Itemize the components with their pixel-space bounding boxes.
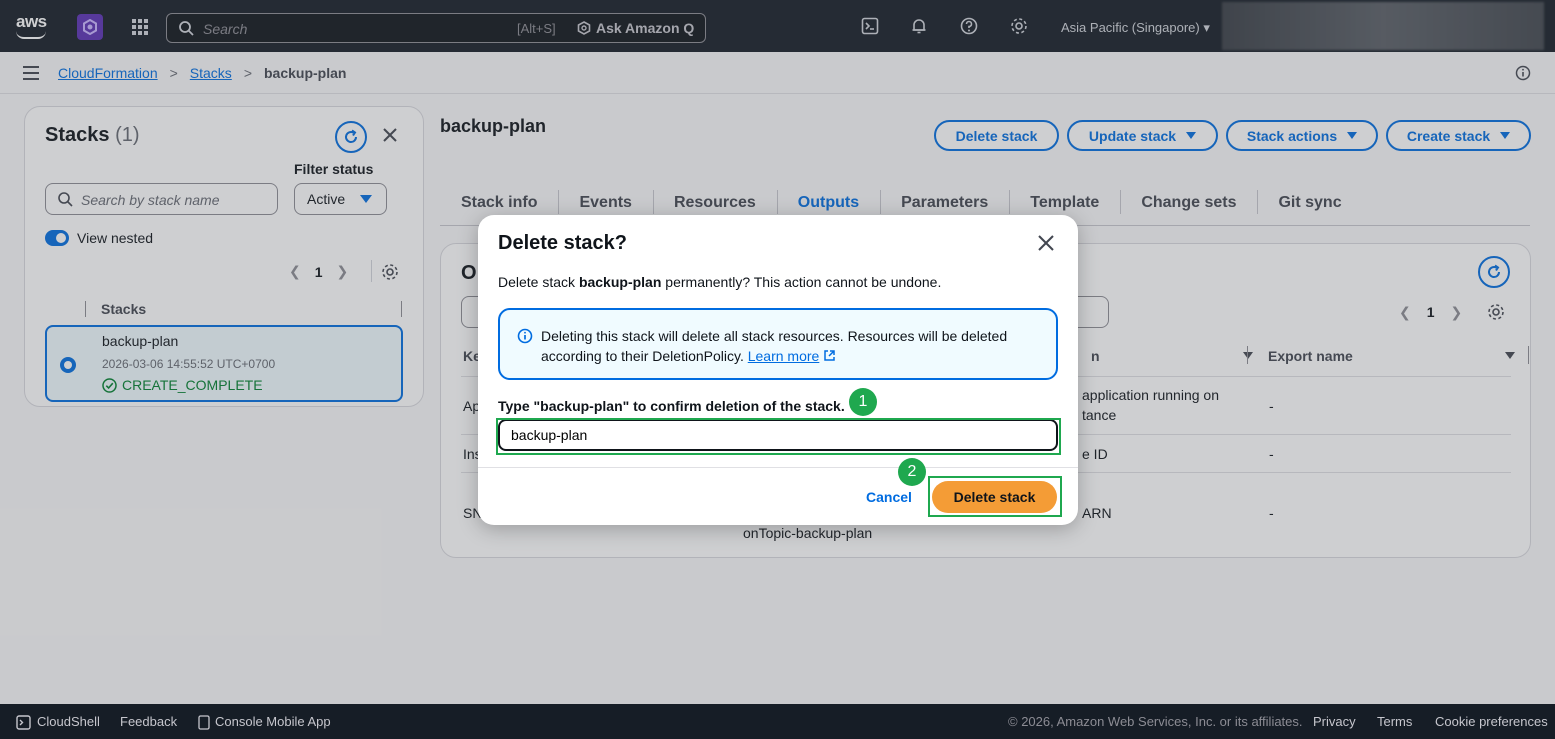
step-badge-2: 2 [898, 458, 926, 486]
close-icon[interactable] [1036, 233, 1056, 253]
step-badge-1: 1 [849, 388, 877, 416]
footer-terms[interactable]: Terms [1377, 714, 1412, 729]
confirm-label: Type "backup-plan" to confirm deletion o… [498, 398, 845, 414]
footer: CloudShell Feedback Console Mobile App ©… [0, 704, 1555, 739]
info-icon [517, 328, 533, 344]
alert-text-block: Deleting this stack will delete all stac… [541, 326, 1041, 366]
footer-mobile-app[interactable]: Console Mobile App [215, 714, 331, 729]
modal-desc-suffix: permanently? This action cannot be undon… [661, 274, 942, 290]
learn-more-label: Learn more [747, 348, 820, 364]
cancel-button[interactable]: Cancel [866, 489, 912, 505]
modal-title: Delete stack? [498, 232, 627, 254]
footer-copyright: © 2026, Amazon Web Services, Inc. or its… [1008, 714, 1303, 729]
divider [478, 467, 1078, 468]
annotation-highlight-delete [928, 476, 1062, 517]
footer-cookies[interactable]: Cookie preferences [1435, 714, 1548, 729]
mobile-app-icon [198, 715, 210, 730]
footer-privacy[interactable]: Privacy [1313, 714, 1356, 729]
footer-cloudshell[interactable]: CloudShell [37, 714, 100, 729]
footer-feedback[interactable]: Feedback [120, 714, 177, 729]
learn-more-link[interactable]: Learn more [748, 348, 820, 364]
annotation-highlight-input [496, 418, 1061, 455]
modal-desc-prefix: Delete stack [498, 274, 579, 290]
cloudshell-icon[interactable] [16, 715, 31, 730]
modal-desc-stack-name: backup-plan [578, 274, 662, 290]
external-link-icon [824, 350, 835, 361]
info-alert: Deleting this stack will delete all stac… [498, 308, 1058, 380]
modal-description: Delete stack backup-plan permanently? Th… [498, 274, 941, 290]
